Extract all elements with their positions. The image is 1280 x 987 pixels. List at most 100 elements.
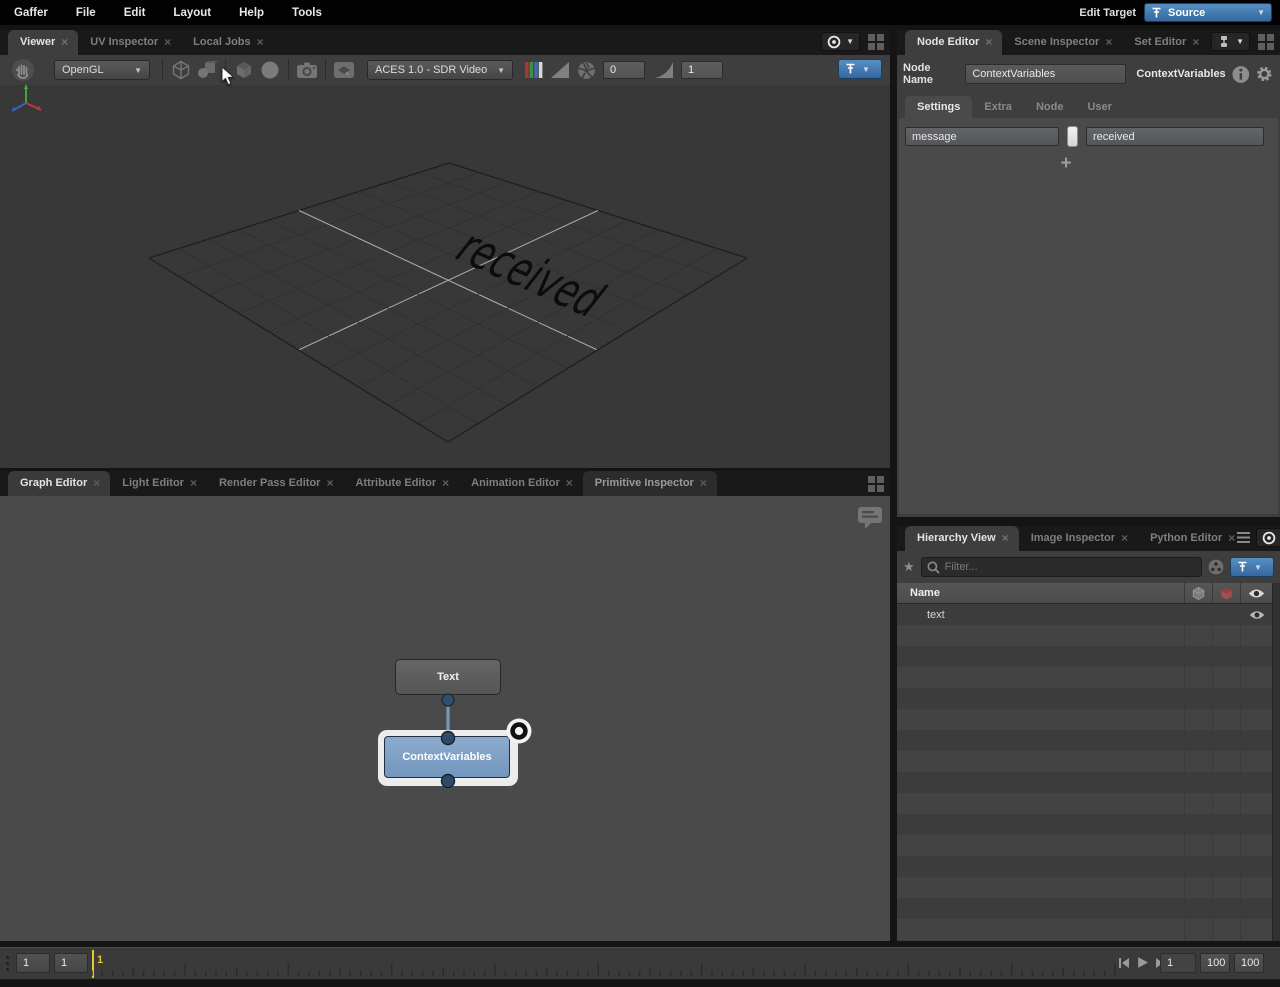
- edit-target-dropdown[interactable]: Source ▼: [1144, 3, 1272, 22]
- info-icon[interactable]: [1232, 65, 1250, 84]
- display-transform-dropdown[interactable]: ACES 1.0 - SDR Video ▼: [367, 60, 513, 80]
- exclusions-cell[interactable]: [1212, 604, 1240, 625]
- node-name-input[interactable]: ContextVariables: [965, 64, 1126, 84]
- hierarchy-empty-row[interactable]: [897, 793, 1272, 814]
- menu-help[interactable]: Help: [225, 7, 278, 19]
- close-icon[interactable]: ×: [190, 476, 197, 490]
- hierarchy-pin-dropdown[interactable]: ▼: [1230, 557, 1274, 577]
- close-icon[interactable]: ×: [164, 35, 171, 49]
- close-icon[interactable]: ×: [1002, 531, 1009, 545]
- layout-grid-icon[interactable]: [868, 34, 884, 50]
- subtab-node[interactable]: Node: [1024, 96, 1076, 118]
- visibility-cell[interactable]: [1240, 604, 1272, 625]
- graph-node-contextvariables[interactable]: ContextVariables: [384, 736, 510, 778]
- hierarchy-empty-row[interactable]: [897, 667, 1272, 688]
- tab-scene-inspector[interactable]: Scene Inspector×: [1002, 30, 1122, 55]
- close-icon[interactable]: ×: [61, 35, 68, 49]
- tab-graph-editor[interactable]: Graph Editor×: [8, 471, 110, 496]
- layout-grid-icon[interactable]: [868, 476, 884, 492]
- tab-python-editor[interactable]: Python Editor×: [1138, 526, 1237, 551]
- close-icon[interactable]: ×: [566, 476, 573, 490]
- close-icon[interactable]: ×: [1228, 531, 1235, 545]
- hierarchy-empty-row[interactable]: [897, 646, 1272, 667]
- add-variable-button[interactable]: +: [1057, 156, 1075, 174]
- variable-enabled-switch[interactable]: [1067, 126, 1078, 147]
- collapse-all-icon[interactable]: [1208, 559, 1224, 575]
- variable-name-input[interactable]: message: [905, 127, 1059, 146]
- menu-gaffer[interactable]: Gaffer: [0, 7, 62, 19]
- close-icon[interactable]: ×: [700, 476, 707, 490]
- hierarchy-empty-row[interactable]: [897, 835, 1272, 856]
- filter-input[interactable]: Filter...: [921, 557, 1202, 577]
- viewer-target-dropdown[interactable]: ▼: [821, 32, 860, 51]
- gear-icon[interactable]: [1255, 64, 1274, 84]
- star-icon[interactable]: ★: [903, 559, 915, 575]
- subtab-settings[interactable]: Settings: [905, 96, 972, 118]
- exposure-icon[interactable]: [547, 57, 573, 83]
- tab-uv-inspector[interactable]: UV Inspector ×: [78, 30, 181, 55]
- graph-node-text[interactable]: Text: [395, 659, 501, 695]
- close-icon[interactable]: ×: [1105, 35, 1112, 49]
- close-icon[interactable]: ×: [1192, 35, 1199, 49]
- tab-hierarchy-view[interactable]: Hierarchy View×: [905, 526, 1019, 551]
- hierarchy-target-dropdown[interactable]: ▼: [1256, 528, 1280, 547]
- node-editor-mode-dropdown[interactable]: ▼: [1211, 32, 1250, 51]
- hierarchy-empty-row[interactable]: [897, 688, 1272, 709]
- timeline-range-end-field[interactable]: 100: [1200, 953, 1230, 973]
- subtab-extra[interactable]: Extra: [972, 96, 1024, 118]
- hierarchy-empty-row[interactable]: [897, 730, 1272, 751]
- hierarchy-empty-row[interactable]: [897, 709, 1272, 730]
- close-icon[interactable]: ×: [1121, 531, 1128, 545]
- hierarchy-empty-row[interactable]: [897, 877, 1272, 898]
- hierarchy-empty-row[interactable]: [897, 751, 1272, 772]
- hierarchy-row-text[interactable]: text: [897, 604, 1272, 625]
- inclusions-cell[interactable]: [1184, 604, 1212, 625]
- timeline-ruler[interactable]: [92, 952, 1122, 978]
- close-icon[interactable]: ×: [93, 476, 100, 490]
- menu-tools[interactable]: Tools: [278, 7, 336, 19]
- tab-image-inspector[interactable]: Image Inspector×: [1019, 526, 1138, 551]
- close-icon[interactable]: ×: [257, 35, 264, 49]
- tab-attribute-editor[interactable]: Attribute Editor×: [343, 471, 459, 496]
- subtab-user[interactable]: User: [1075, 96, 1123, 118]
- timeline-end-frame-field[interactable]: 100: [1234, 953, 1264, 973]
- camera-icon[interactable]: [294, 57, 320, 83]
- shaded-objects-icon[interactable]: [194, 57, 220, 83]
- menu-layout[interactable]: Layout: [159, 7, 225, 19]
- renderer-dropdown[interactable]: OpenGL ▼: [54, 60, 150, 80]
- hierarchy-empty-row[interactable]: [897, 772, 1272, 793]
- tab-local-jobs[interactable]: Local Jobs ×: [181, 30, 273, 55]
- exclusions-column-header[interactable]: [1212, 583, 1240, 603]
- variable-value-input[interactable]: received: [1086, 127, 1264, 146]
- tab-set-editor[interactable]: Set Editor×: [1122, 30, 1209, 55]
- hierarchy-empty-row[interactable]: [897, 919, 1272, 940]
- name-column-header[interactable]: Name: [897, 587, 1184, 599]
- pan-hand-button[interactable]: [10, 57, 36, 83]
- exposure-input[interactable]: 0: [603, 61, 645, 79]
- gamma-input[interactable]: 1: [681, 61, 723, 79]
- channel-bars-icon[interactable]: [521, 57, 547, 83]
- visibility-column-header[interactable]: [1240, 583, 1272, 603]
- hierarchy-empty-row[interactable]: [897, 814, 1272, 835]
- close-icon[interactable]: ×: [985, 35, 992, 49]
- timeline-start-frame-field[interactable]: 1: [16, 953, 50, 973]
- aperture-icon[interactable]: [573, 57, 599, 83]
- tab-primitive-inspector[interactable]: Primitive Inspector×: [583, 471, 717, 496]
- tab-light-editor[interactable]: Light Editor×: [110, 471, 207, 496]
- hierarchy-empty-row[interactable]: [897, 625, 1272, 646]
- close-icon[interactable]: ×: [326, 476, 333, 490]
- timeline-grip[interactable]: [6, 956, 9, 971]
- close-icon[interactable]: ×: [442, 476, 449, 490]
- viewport-3d[interactable]: received: [0, 85, 890, 468]
- sphere-icon[interactable]: [257, 57, 283, 83]
- gamma-icon[interactable]: [651, 57, 677, 83]
- menu-file[interactable]: File: [62, 7, 110, 19]
- hierarchy-empty-row[interactable]: [897, 856, 1272, 877]
- play-button[interactable]: [1136, 956, 1149, 969]
- inclusions-column-header[interactable]: [1184, 583, 1212, 603]
- image-view-icon[interactable]: [331, 57, 357, 83]
- skip-to-start-button[interactable]: [1118, 957, 1130, 969]
- graph-editor-canvas[interactable]: Text ContextVariables: [0, 496, 890, 941]
- viewer-pin-dropdown[interactable]: ▼: [838, 59, 882, 79]
- tab-animation-editor[interactable]: Animation Editor×: [459, 471, 583, 496]
